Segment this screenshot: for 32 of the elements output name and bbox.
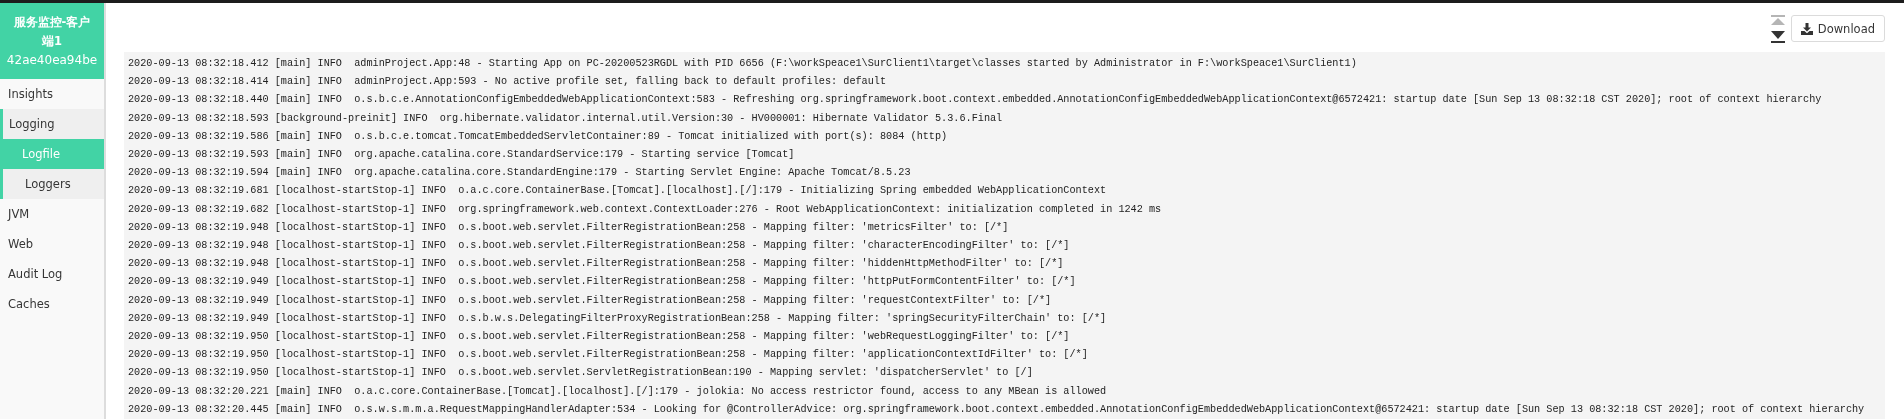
log-line: 2020-09-13 08:32:19.948 [localhost-startStop-1] INFO o.s.boot.web.servlet.FilterRegistrationBean:258 - Mapping filter: 'metricsFilter' to: [/*] xyxy=(128,220,1010,235)
log-line: 2020-09-13 08:32:19.950 [localhost-startStop-1] INFO o.s.boot.web.servlet.ServletRegistrationBean:190 - Mapping servlet: 'dispatcherServlet' to [/] xyxy=(128,366,1034,381)
log-line: 2020-09-13 08:32:19.594 [main] INFO org.apache.catalina.core.StandardEngine:179 - Starting Servlet Engine: Apache Tomcat/8.5.23 xyxy=(128,166,912,181)
log-line: 2020-09-13 08:32:20.445 [main] INFO o.s.w.s.m.m.a.RequestMappingHandlerAdapter:534 - Looking for @ControllerAdvice: org.springframework.boot.context.embedded.AnnotationConfigEmbeddedWebApplicationContext@6572421: startup date [Sun Sep 13 08:32:18 CST 2020]; root of context hierarchy xyxy=(128,402,1866,417)
download-icon xyxy=(1800,22,1813,35)
instance-id: 42ae40ea94be xyxy=(6,51,98,69)
log-line: 2020-09-13 08:32:20.221 [main] INFO o.a.c.core.ContainerBase.[Tomcat].[localhost].[/]:179 - jolokia: No access restrictor found, access to any MBean is allowed xyxy=(128,384,1108,399)
log-line: 2020-09-13 08:32:19.948 [localhost-startStop-1] INFO o.s.boot.web.servlet.FilterRegistrationBean:258 - Mapping filter: 'hiddenHttpMethodFilter' to: [/*] xyxy=(128,257,1065,272)
log-line: 2020-09-13 08:32:18.440 [main] INFO o.s.b.c.e.AnnotationConfigEmbeddedWebApplicationContext:583 - Refreshing org.springframework.boot.context.embedded.AnnotationConfigEmbeddedWebApplicationContext@6572421: startup date [Sun Sep 13 08:32:18 CST 2020]; root of context hierarchy xyxy=(128,93,1823,108)
log-line: 2020-09-13 08:32:19.593 [main] INFO org.apache.catalina.core.StandardService:179 - Starting service [Tomcat] xyxy=(128,148,796,162)
nav-item[interactable]: Audit Log xyxy=(0,259,104,289)
log-line: 2020-09-13 08:32:19.949 [localhost-startStop-1] INFO o.s.boot.web.servlet.FilterRegistrationBean:258 - Mapping filter: 'requestContextFilter' to: [/*] xyxy=(128,293,1053,308)
nav-item[interactable]: Logging xyxy=(0,109,104,139)
log-line: 2020-09-13 08:32:19.682 [localhost-startStop-1] INFO org.springframework.web.context.ContextLoader:276 - Root WebApplicationContext: initialization completed in 1242 ms xyxy=(128,202,1163,217)
log-line: 2020-09-13 08:32:18.414 [main] INFO adminProject.App:593 - No active profile set, falling back to default profiles: default xyxy=(128,75,888,90)
nav-item[interactable]: Insights xyxy=(0,79,104,109)
nav-subitem[interactable]: Loggers xyxy=(0,169,104,199)
log-line: 2020-09-13 08:32:19.950 [localhost-startStop-1] INFO o.s.boot.web.servlet.FilterRegistrationBean:258 - Mapping filter: 'applicationContextIdFilter' to: [/*] xyxy=(128,348,1089,363)
download-button[interactable]: Download xyxy=(1790,15,1885,42)
log-line: 2020-09-13 08:32:18.593 [background-preinit] INFO org.hibernate.validator.internal.util.Version:30 - HV000001: Hibernate Validator 5.3.6.Final xyxy=(128,111,1004,126)
log-line: 2020-09-13 08:32:19.949 [localhost-startStop-1] INFO o.s.boot.web.servlet.FilterRegistrationBean:258 - Mapping filter: 'httpPutFormContentFilter' to: [/*] xyxy=(128,275,1077,290)
log-line: 2020-09-13 08:32:19.681 [localhost-startStop-1] INFO o.a.c.core.ContainerBase.[Tomcat].[localhost].[/]:179 - Initializing Spring embedded WebApplicationContext xyxy=(128,184,1108,199)
nav-item[interactable]: JVM xyxy=(0,199,104,229)
app-title: 服务监控-客户端1 xyxy=(12,13,92,50)
log-line: 2020-09-13 08:32:19.586 [main] INFO o.s.b.c.e.tomcat.TomcatEmbeddedServletContainer:89 - Tomcat initialized with port(s): 8084 (http) xyxy=(128,129,949,144)
log-line: 2020-09-13 08:32:18.412 [main] INFO adminProject.App:48 - Starting App on PC-20200523RGDL with PID 6656 (F:\workSpeace1\SurClient1\target\classes started by Administrator in F:\workSpeace1\SurClient1) xyxy=(128,57,1358,71)
log-line: 2020-09-13 08:32:19.950 [localhost-startStop-1] INFO o.s.boot.web.servlet.FilterRegistrationBean:258 - Mapping filter: 'webRequestLoggingFilter' to: [/*] xyxy=(128,330,1071,345)
log-line: 2020-09-13 08:32:19.949 [localhost-startStop-1] INFO o.s.b.w.s.DelegatingFilterProxyRegistrationBean:258 - Mapping filter: 'springSecurityFilterChain' to: [/*] xyxy=(128,311,1108,326)
nav-item[interactable]: Caches xyxy=(0,289,104,319)
nav-item[interactable]: Web xyxy=(0,229,104,259)
scroll-bottom-icon[interactable] xyxy=(1770,30,1785,43)
log-line: 2020-09-13 08:32:19.948 [localhost-startStop-1] INFO o.s.boot.web.servlet.FilterRegistrationBean:258 - Mapping filter: 'characterEncodingFilter' to: [/*] xyxy=(128,239,1071,254)
